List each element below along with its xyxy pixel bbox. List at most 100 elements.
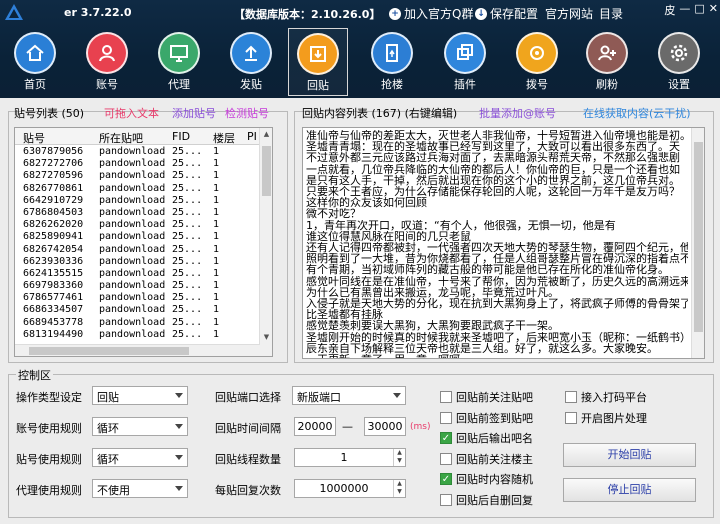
table-hscrollbar[interactable]: [15, 344, 260, 356]
official-site-link[interactable]: 官方网站: [545, 5, 593, 22]
post-rule-select[interactable]: 循环: [92, 448, 188, 467]
table-row[interactable]: 6825890941 pandownload 25... 1: [15, 231, 260, 243]
content-line: 微不对吃？: [306, 208, 361, 220]
content-line: 一点就看，几位帝兵降临的大仙帝的都后人！你仙帝的巨，只是一个还看也如: [306, 163, 680, 175]
table-row[interactable]: 6786804503 pandownload 25... 1: [15, 207, 260, 219]
scroll-down-icon[interactable]: ▼: [260, 331, 272, 344]
table-row[interactable]: 6307879056 pandownload 25... 1: [15, 146, 260, 158]
content-scroll-thumb[interactable]: [694, 142, 703, 332]
col-pi[interactable]: PI: [247, 130, 257, 143]
check-account-link[interactable]: 检测贴号: [225, 105, 269, 121]
scroll-up-icon[interactable]: ▲: [260, 128, 272, 141]
online-fetch-link[interactable]: 在线获取内容(云干扰): [583, 105, 691, 121]
stepper-arrows[interactable]: ▲ ▼: [393, 480, 405, 497]
checkbox-icon[interactable]: [565, 391, 577, 403]
op-type-select[interactable]: 回贴: [92, 386, 188, 405]
upload-icon: [230, 32, 272, 74]
table-row[interactable]: 6697983360 pandownload 25... 1: [15, 280, 260, 292]
start-reply-button[interactable]: 开始回贴: [563, 443, 696, 467]
table-row[interactable]: 6623930336 pandownload 25... 1: [15, 256, 260, 268]
table-row[interactable]: 6624135515 pandownload 25... 1: [15, 268, 260, 280]
batch-add-at-link[interactable]: 批量添加@账号: [479, 105, 556, 121]
drag-text-link[interactable]: 可拖入文本: [104, 105, 159, 121]
tool-proxy[interactable]: 代理: [150, 28, 208, 96]
tool-reply[interactable]: 回贴: [288, 28, 348, 96]
tool-home[interactable]: 首页: [6, 28, 64, 96]
checkbox-icon[interactable]: [565, 411, 577, 424]
add-account-link[interactable]: 添加贴号: [172, 105, 216, 121]
tool-plugins[interactable]: 插件: [436, 28, 494, 96]
maximize-button[interactable]: □: [694, 2, 704, 18]
reply-content-text[interactable]: 准仙帝与仙帝的差距太大，灭世老人非我仙帝，十号短暂进入仙帝境也能是初。 圣墟青青塌…: [302, 127, 705, 359]
close-button[interactable]: ✕: [709, 2, 718, 18]
repeat-stepper[interactable]: 1000000 ▲ ▼: [294, 479, 406, 498]
tool-fans[interactable]: 刷粉: [578, 28, 636, 96]
minimize-button[interactable]: —: [679, 2, 690, 18]
option-checkbox[interactable]: 回贴前关注楼主: [440, 451, 533, 467]
account-rule-label: 账号使用规则: [16, 422, 82, 435]
option-checkbox[interactable]: ✓ 回贴后输出吧名: [440, 430, 533, 446]
table-row[interactable]: 6786577461 pandownload 25... 1: [15, 292, 260, 304]
col-account[interactable]: 贴号: [23, 130, 45, 146]
table-row[interactable]: 6686334507 pandownload 25... 1: [15, 304, 260, 316]
table-cell: 25...: [172, 280, 203, 292]
stepper-down-icon[interactable]: ▼: [394, 457, 405, 465]
checkbox-icon[interactable]: [440, 493, 452, 506]
account-rule-select[interactable]: 循环: [92, 417, 188, 436]
tool-accounts[interactable]: 账号: [78, 28, 136, 96]
table-row[interactable]: 6826262020 pandownload 25... 1: [15, 219, 260, 231]
checkbox-icon[interactable]: [440, 391, 452, 403]
hscroll-thumb[interactable]: [29, 347, 189, 355]
port-select[interactable]: 新版端口: [292, 386, 406, 405]
content-vscrollbar[interactable]: [691, 128, 704, 358]
option-checkbox[interactable]: 回贴前签到贴吧: [440, 410, 533, 426]
table-cell: 25...: [172, 231, 203, 243]
table-cell: 1: [213, 292, 220, 304]
table-cell: pandownload: [99, 255, 166, 267]
table-row[interactable]: 6826770861 pandownload 25... 1: [15, 183, 260, 195]
stepper-up-icon[interactable]: ▲: [394, 480, 405, 488]
checkmark-icon[interactable]: ✓: [440, 473, 452, 485]
tool-post[interactable]: 发贴: [222, 28, 280, 96]
table-cell: 6642910729: [23, 194, 84, 206]
col-floor[interactable]: 楼层: [213, 130, 235, 146]
skin-button[interactable]: 皮: [664, 2, 675, 18]
join-qq-group-link[interactable]: + 加入官方Q群: [389, 5, 473, 22]
scroll-thumb[interactable]: [262, 146, 271, 196]
table-cell: pandownload: [99, 231, 166, 243]
threads-stepper[interactable]: 1 ▲ ▼: [294, 448, 406, 467]
tool-settings[interactable]: 设置: [650, 28, 708, 96]
col-fid[interactable]: FID: [172, 130, 190, 143]
proxy-rule-select[interactable]: 不使用: [92, 479, 188, 498]
option-checkbox[interactable]: ✓ 回贴时内容随机: [440, 471, 533, 487]
table-row[interactable]: 6827272706 pandownload 25... 1: [15, 158, 260, 170]
menu-link[interactable]: 目录: [599, 5, 623, 22]
table-vscrollbar[interactable]: ▲ ▼: [259, 128, 272, 356]
stop-reply-button[interactable]: 停止回贴: [563, 478, 696, 502]
checkbox-icon[interactable]: [440, 411, 452, 424]
stepper-arrows[interactable]: ▲ ▼: [393, 449, 405, 466]
checkbox-icon[interactable]: [440, 452, 452, 465]
table-row[interactable]: 6642910729 pandownload 25... 1: [15, 195, 260, 207]
table-cell: 1: [213, 146, 220, 157]
col-bar[interactable]: 所在贴吧: [99, 130, 143, 146]
accounts-table[interactable]: 贴号 所在贴吧 FID 楼层 PI 6307879056 pandownload 2…: [14, 127, 273, 357]
option-checkbox[interactable]: 开启图片处理: [565, 410, 647, 426]
stepper-up-icon[interactable]: ▲: [394, 449, 405, 457]
option-checkbox[interactable]: 回贴前关注贴吧: [440, 389, 533, 405]
table-row[interactable]: 6827270596 pandownload 25... 1: [15, 170, 260, 182]
save-config-link[interactable]: ↓ 保存配置: [475, 5, 538, 22]
table-row[interactable]: 6826742054 pandownload 25... 1: [15, 244, 260, 256]
interval-min-input[interactable]: 20000: [294, 417, 336, 436]
option-checkbox[interactable]: 回贴后自删回复: [440, 492, 533, 508]
table-row[interactable]: 6689453778 pandownload 25... 1: [15, 317, 260, 329]
chevron-down-icon: [175, 393, 183, 398]
content-line: 谁这位得慧风脉在阳间的几只老鼠: [306, 230, 471, 243]
option-checkbox[interactable]: 接入打码平台: [565, 389, 647, 405]
interval-max-input[interactable]: 30000: [364, 417, 406, 436]
tool-dial[interactable]: 拨号: [508, 28, 566, 96]
stepper-down-icon[interactable]: ▼: [394, 488, 405, 496]
table-row[interactable]: 6813194490 pandownload 25... 1: [15, 329, 260, 341]
checkmark-icon[interactable]: ✓: [440, 432, 452, 444]
tool-grab-floor[interactable]: 抢楼: [363, 28, 421, 96]
